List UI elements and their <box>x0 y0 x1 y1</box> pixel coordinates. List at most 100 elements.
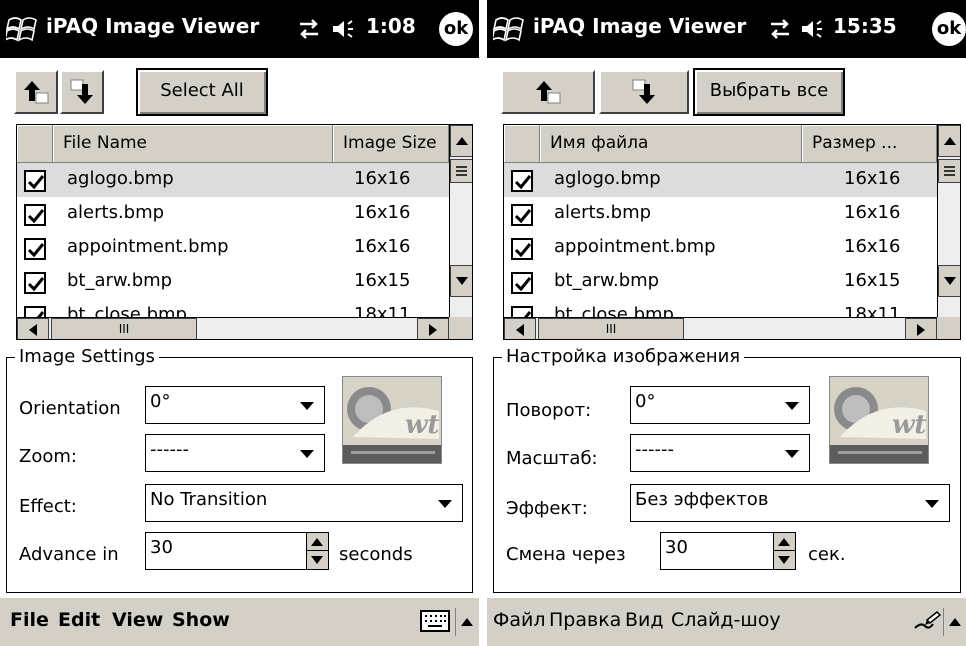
image-size: 16x16 <box>844 236 901 257</box>
horizontal-scrollbar[interactable]: III <box>17 317 449 339</box>
menu-edit[interactable]: Edit <box>58 609 100 631</box>
row-checkbox[interactable] <box>24 272 46 294</box>
scrollbar-corner <box>449 317 472 339</box>
clock-time[interactable]: 1:08 <box>366 14 416 38</box>
menu-file[interactable]: Файл <box>493 609 546 631</box>
app-title: iPAQ Image Viewer <box>46 14 260 38</box>
column-header-check[interactable] <box>504 125 540 163</box>
table-row[interactable]: bt_arw.bmp 16x15 <box>17 265 449 299</box>
zoom-dropdown[interactable]: ------ <box>630 434 810 472</box>
column-header-file-name[interactable]: File Name <box>53 125 333 163</box>
input-panel-toggle[interactable] <box>943 608 965 636</box>
scroll-up-button[interactable] <box>450 125 472 157</box>
row-checkbox[interactable] <box>24 204 46 226</box>
scroll-left-button[interactable] <box>504 318 536 339</box>
table-row[interactable]: appointment.bmp 16x16 <box>17 231 449 265</box>
screen-english: iPAQ Image Viewer 1:08 ok Select All Fil… <box>0 0 479 646</box>
table-row[interactable]: appointment.bmp 16x16 <box>504 231 937 265</box>
file-list[interactable]: Имя файла Размер ... aglogo.bmp 16x16 al… <box>503 124 961 340</box>
ok-button[interactable]: ok <box>439 12 473 46</box>
move-down-button[interactable] <box>60 70 104 114</box>
vertical-scrollbar[interactable] <box>937 125 960 317</box>
list-rows: aglogo.bmp 16x16 alerts.bmp 16x16 appoin… <box>504 163 937 317</box>
menu-show[interactable]: Show <box>172 609 230 631</box>
select-all-button[interactable]: Select All <box>136 68 268 116</box>
select-all-button[interactable]: Выбрать все <box>693 68 845 116</box>
row-checkbox[interactable] <box>511 170 533 192</box>
row-checkbox[interactable] <box>511 238 533 260</box>
move-down-button[interactable] <box>599 70 689 114</box>
row-checkbox[interactable] <box>24 306 46 317</box>
column-header-check[interactable] <box>17 125 53 163</box>
connectivity-arrows-icon[interactable] <box>767 16 793 42</box>
table-row[interactable]: bt_close.bmp 18x11 <box>504 299 937 317</box>
windows-flag-icon[interactable] <box>493 12 527 46</box>
row-checkbox[interactable] <box>511 272 533 294</box>
move-up-button[interactable] <box>501 70 595 114</box>
table-row[interactable]: aglogo.bmp 16x16 <box>17 163 449 197</box>
preview-image-icon: wt <box>343 377 441 463</box>
horizontal-scroll-thumb[interactable]: III <box>538 318 684 339</box>
vertical-scrollbar[interactable] <box>449 125 472 317</box>
file-name: bt_close.bmp <box>67 304 187 317</box>
effect-dropdown[interactable]: No Transition <box>145 484 463 522</box>
scroll-down-button[interactable] <box>450 265 472 297</box>
table-row[interactable]: alerts.bmp 16x16 <box>504 197 937 231</box>
column-header-file-name[interactable]: Имя файла <box>540 125 802 163</box>
title-bar: iPAQ Image Viewer 15:35 ok <box>487 0 966 58</box>
scroll-up-button[interactable] <box>938 125 960 157</box>
windows-flag-icon[interactable] <box>6 12 40 46</box>
horizontal-scrollbar[interactable]: III <box>504 317 937 339</box>
row-checkbox[interactable] <box>24 238 46 260</box>
file-list[interactable]: File Name Image Size aglogo.bmp 16x16 al… <box>16 124 473 340</box>
row-checkbox[interactable] <box>511 306 533 317</box>
vertical-scroll-thumb[interactable] <box>938 159 960 183</box>
image-preview-thumbnail: wt <box>829 376 929 464</box>
menu-view[interactable]: View <box>112 609 163 631</box>
effect-dropdown[interactable]: Без эффектов <box>630 484 950 522</box>
zoom-dropdown[interactable]: ------ <box>145 434 325 472</box>
image-size: 16x16 <box>844 168 901 189</box>
row-checkbox[interactable] <box>24 170 46 192</box>
scroll-right-button[interactable] <box>417 318 449 339</box>
image-size: 16x15 <box>844 270 901 291</box>
advance-interval-stepper[interactable]: 30 <box>660 532 796 570</box>
menu-view[interactable]: Вид <box>625 609 664 631</box>
column-header-image-size[interactable]: Размер ... <box>802 125 937 163</box>
connectivity-arrows-icon[interactable] <box>296 16 322 42</box>
chevron-up-icon <box>949 618 961 626</box>
clock-time[interactable]: 15:35 <box>833 14 897 38</box>
table-row[interactable]: bt_close.bmp 18x11 <box>17 299 449 317</box>
scroll-left-button[interactable] <box>17 318 49 339</box>
vertical-scroll-thumb[interactable] <box>450 159 472 183</box>
stepper-up-button[interactable] <box>774 533 795 551</box>
input-panel-toggle[interactable] <box>455 608 477 636</box>
table-row[interactable]: alerts.bmp 16x16 <box>17 197 449 231</box>
row-checkbox[interactable] <box>511 204 533 226</box>
move-up-button[interactable] <box>14 70 58 114</box>
stepper-up-button[interactable] <box>307 533 328 551</box>
ok-button[interactable]: ok <box>932 12 966 46</box>
orientation-dropdown[interactable]: 0° <box>630 386 810 424</box>
horizontal-scroll-thumb[interactable]: III <box>51 318 197 339</box>
advance-unit: seconds <box>339 544 413 565</box>
advance-label: Advance in <box>19 544 119 565</box>
orientation-dropdown[interactable]: 0° <box>145 386 325 424</box>
column-header-image-size[interactable]: Image Size <box>333 125 449 163</box>
table-row[interactable]: aglogo.bmp 16x16 <box>504 163 937 197</box>
speaker-icon[interactable] <box>330 16 356 42</box>
menu-edit[interactable]: Правка <box>549 609 621 631</box>
speaker-icon[interactable] <box>799 16 825 42</box>
pen-input-icon[interactable] <box>913 610 941 634</box>
keyboard-icon[interactable] <box>420 610 450 632</box>
scroll-right-button[interactable] <box>905 318 937 339</box>
advance-interval-stepper[interactable]: 30 <box>145 532 329 570</box>
chevron-down-icon <box>300 450 314 458</box>
menu-file[interactable]: File <box>10 609 49 631</box>
menu-slideshow[interactable]: Слайд-шоу <box>671 609 781 631</box>
scroll-down-button[interactable] <box>938 265 960 297</box>
group-title: Настройка изображения <box>502 346 745 367</box>
stepper-down-button[interactable] <box>307 551 328 569</box>
table-row[interactable]: bt_arw.bmp 16x15 <box>504 265 937 299</box>
stepper-down-button[interactable] <box>774 551 795 569</box>
